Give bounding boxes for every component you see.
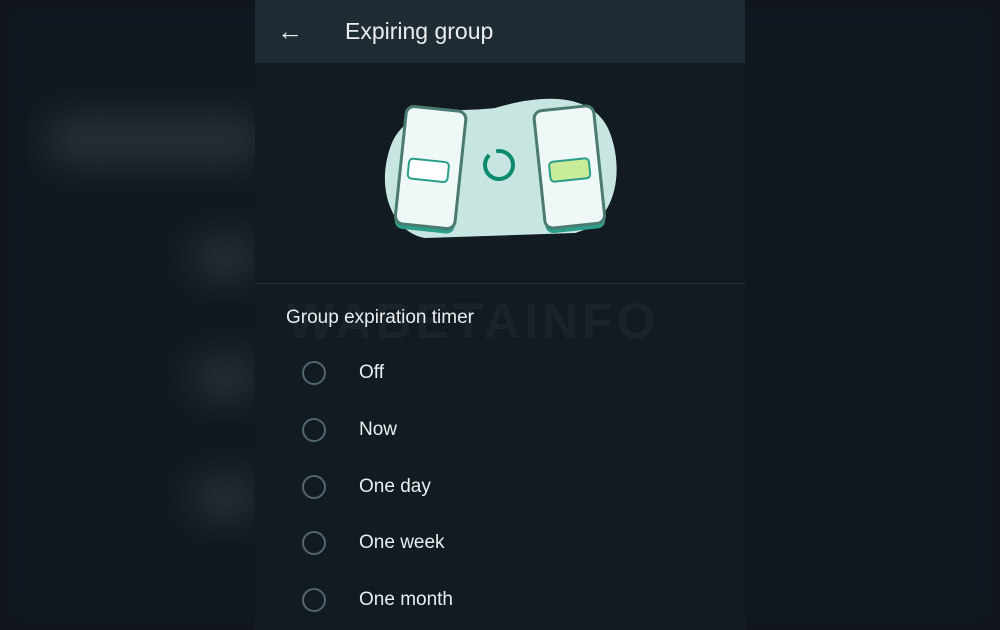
radio-button[interactable] xyxy=(302,475,326,499)
option-one-week[interactable]: One week xyxy=(302,531,445,555)
radio-button[interactable] xyxy=(302,361,326,385)
option-off[interactable]: Off xyxy=(302,361,384,385)
section-title: Group expiration timer xyxy=(286,307,474,328)
blurred-element xyxy=(45,115,265,165)
blurred-element xyxy=(190,355,260,400)
phone-right xyxy=(532,104,607,234)
option-label: Now xyxy=(359,419,398,440)
radio-button[interactable] xyxy=(302,531,326,555)
blurred-element xyxy=(190,475,260,520)
app-bar: ← Expiring group xyxy=(255,0,745,63)
two-phones-timer-illustration xyxy=(255,63,745,284)
page-title: Expiring group xyxy=(345,18,494,44)
option-one-month[interactable]: One month xyxy=(302,588,453,612)
arrow-left-icon[interactable]: ← xyxy=(255,16,325,47)
illustration-svg xyxy=(384,98,617,238)
option-label: One month xyxy=(359,589,453,610)
radio-button[interactable] xyxy=(302,588,326,612)
radio-button[interactable] xyxy=(302,418,326,442)
phone-left xyxy=(393,105,468,234)
option-label: One week xyxy=(359,532,445,553)
option-label: Off xyxy=(359,362,384,383)
option-label: One day xyxy=(359,476,431,497)
option-one-day[interactable]: One day xyxy=(302,475,431,499)
option-now[interactable]: Now xyxy=(302,418,397,442)
blurred-element xyxy=(190,235,260,280)
